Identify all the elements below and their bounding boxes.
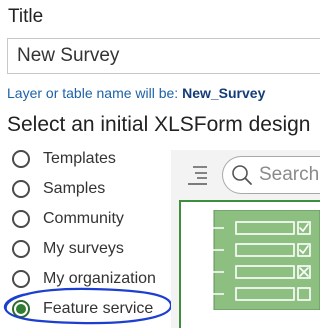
radio-button-icon[interactable] <box>12 210 30 228</box>
radio-option-label: My surveys <box>43 240 124 257</box>
radio-button-icon[interactable] <box>12 180 30 198</box>
layer-name-value: New_Survey <box>182 85 266 101</box>
radio-option-samples[interactable]: Samples <box>12 174 156 204</box>
design-source-radio-group: Templates Samples Community My surveys M… <box>12 144 156 324</box>
section-heading: Select an initial XLSForm design <box>7 113 311 136</box>
radio-option-community[interactable]: Community <box>12 204 156 234</box>
radio-button-icon[interactable] <box>12 270 30 288</box>
radio-option-feature-service[interactable]: Feature service <box>12 294 156 324</box>
title-input[interactable] <box>7 38 320 74</box>
radio-option-my-organization[interactable]: My organization <box>12 264 156 294</box>
radio-option-label: Community <box>43 210 124 227</box>
radio-button-icon[interactable] <box>12 150 30 168</box>
radio-option-label: Feature service <box>43 300 154 317</box>
form-template-thumbnail-icon <box>200 210 320 310</box>
radio-option-label: Samples <box>43 180 106 197</box>
radio-option-label: Templates <box>43 150 116 167</box>
title-label: Title <box>8 6 44 27</box>
radio-option-my-surveys[interactable]: My surveys <box>12 234 156 264</box>
search-box[interactable] <box>222 156 320 194</box>
search-icon <box>232 165 252 185</box>
radio-option-templates[interactable]: Templates <box>12 144 156 174</box>
layer-name-hint: Layer or table name will be: New_Survey <box>7 85 265 101</box>
layer-hint-prefix: Layer or table name will be: <box>7 85 183 101</box>
search-input[interactable] <box>259 164 320 186</box>
sort-icon[interactable] <box>186 164 210 186</box>
radio-button-icon[interactable] <box>12 240 30 258</box>
radio-option-label: My organization <box>43 270 156 287</box>
radio-button-selected-icon[interactable] <box>12 300 30 318</box>
